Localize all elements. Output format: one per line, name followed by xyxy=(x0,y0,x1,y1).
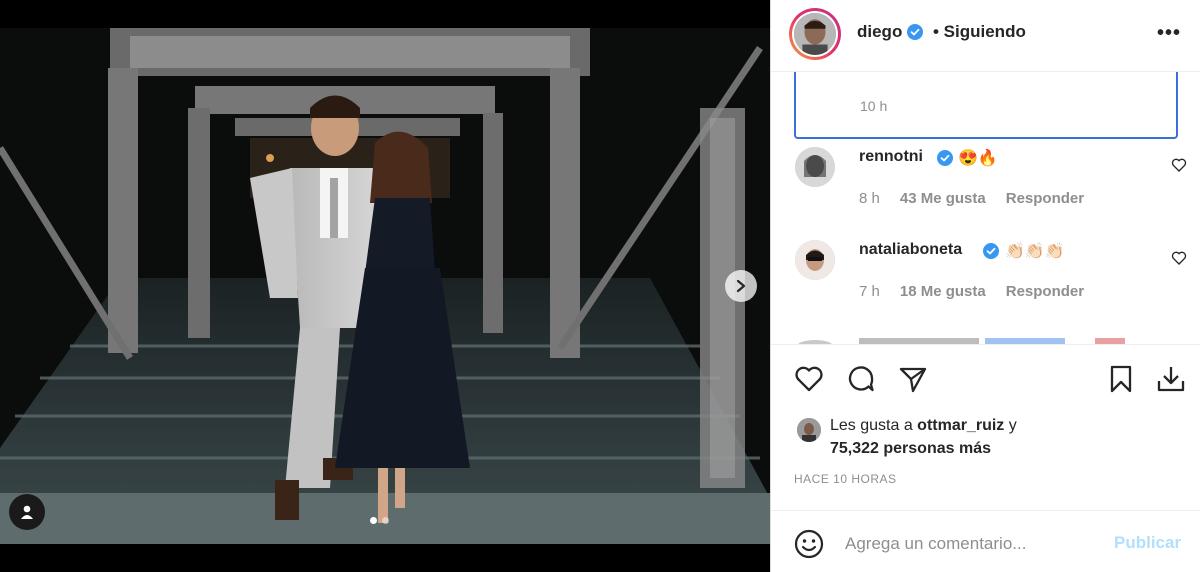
partially-visible-comment xyxy=(798,338,1125,344)
comment-time: 8 h xyxy=(859,190,880,207)
comment-username[interactable]: nataliaboneta xyxy=(859,241,962,259)
download-icon[interactable] xyxy=(1155,363,1187,395)
liker-avatar[interactable] xyxy=(797,418,821,442)
post-actions xyxy=(771,344,1200,414)
caption-highlight: 10 h xyxy=(794,72,1178,139)
verified-icon xyxy=(983,243,999,259)
heart-icon[interactable] xyxy=(1171,250,1187,266)
post-media xyxy=(0,0,770,572)
caption-time: 10 h xyxy=(860,98,888,114)
post-timestamp: HACE 10 HORAS xyxy=(794,472,897,486)
verified-icon xyxy=(937,150,953,166)
comment-likes[interactable]: 43 Me gusta xyxy=(900,190,986,207)
carousel-indicator xyxy=(370,517,389,524)
post-side-panel: diego • Siguiendo ••• 10 h rennotni 😍🔥 8… xyxy=(770,0,1200,572)
emoji-icon[interactable] xyxy=(793,528,825,560)
more-icon: ••• xyxy=(1157,22,1182,44)
heart-icon[interactable] xyxy=(1171,157,1187,173)
comment-avatar[interactable] xyxy=(795,147,835,187)
comment-text: 👏🏻👏🏻👏🏻 xyxy=(1005,243,1065,260)
comment-meta: 8 h 43 Me gusta Responder xyxy=(859,190,1084,207)
user-tag-icon xyxy=(21,505,33,519)
chevron-right-icon xyxy=(736,279,746,293)
share-icon[interactable] xyxy=(897,363,929,395)
likes-prefix: Les gusta a xyxy=(830,417,918,434)
likes-count[interactable]: 75,322 personas más xyxy=(830,440,991,458)
comment-likes[interactable]: 18 Me gusta xyxy=(900,283,986,300)
comment-username[interactable]: rennotni xyxy=(859,148,923,166)
carousel-dot xyxy=(382,517,389,524)
author-username[interactable]: diego xyxy=(857,22,902,42)
more-options-button[interactable]: ••• xyxy=(1157,22,1181,45)
carousel-next-button[interactable] xyxy=(725,270,757,302)
comment-composer: Publicar xyxy=(771,510,1200,572)
post-photo xyxy=(0,28,770,544)
comment-avatar[interactable] xyxy=(795,240,835,280)
liker-username[interactable]: ottmar_ruiz xyxy=(917,417,1004,434)
likes-summary: Les gusta a ottmar_ruiz y 75,322 persona… xyxy=(771,414,1200,464)
author-avatar[interactable] xyxy=(789,8,841,60)
reply-button[interactable]: Responder xyxy=(1006,283,1084,300)
following-status[interactable]: • Siguiendo xyxy=(933,22,1026,42)
comment-input[interactable] xyxy=(845,529,1105,559)
reply-button[interactable]: Responder xyxy=(1006,190,1084,207)
publish-button[interactable]: Publicar xyxy=(1114,533,1181,553)
comment-text: 😍🔥 xyxy=(958,150,998,167)
comment-icon[interactable] xyxy=(845,363,877,395)
likes-line: Les gusta a ottmar_ruiz y xyxy=(830,417,1017,435)
comment-time: 7 h xyxy=(859,283,880,300)
likes-suffix: y xyxy=(1004,417,1017,434)
heart-icon[interactable] xyxy=(793,363,825,395)
comment-meta: 7 h 18 Me gusta Responder xyxy=(859,283,1084,300)
instagram-post: diego • Siguiendo ••• 10 h rennotni 😍🔥 8… xyxy=(0,0,1200,572)
verified-icon xyxy=(907,24,923,40)
carousel-dot xyxy=(370,517,377,524)
bookmark-icon[interactable] xyxy=(1105,363,1137,395)
tagged-users-button[interactable] xyxy=(9,494,45,530)
post-header: diego • Siguiendo ••• xyxy=(771,0,1200,72)
comments-list: 10 h rennotni 😍🔥 8 h 43 Me gusta Respond… xyxy=(771,72,1200,344)
